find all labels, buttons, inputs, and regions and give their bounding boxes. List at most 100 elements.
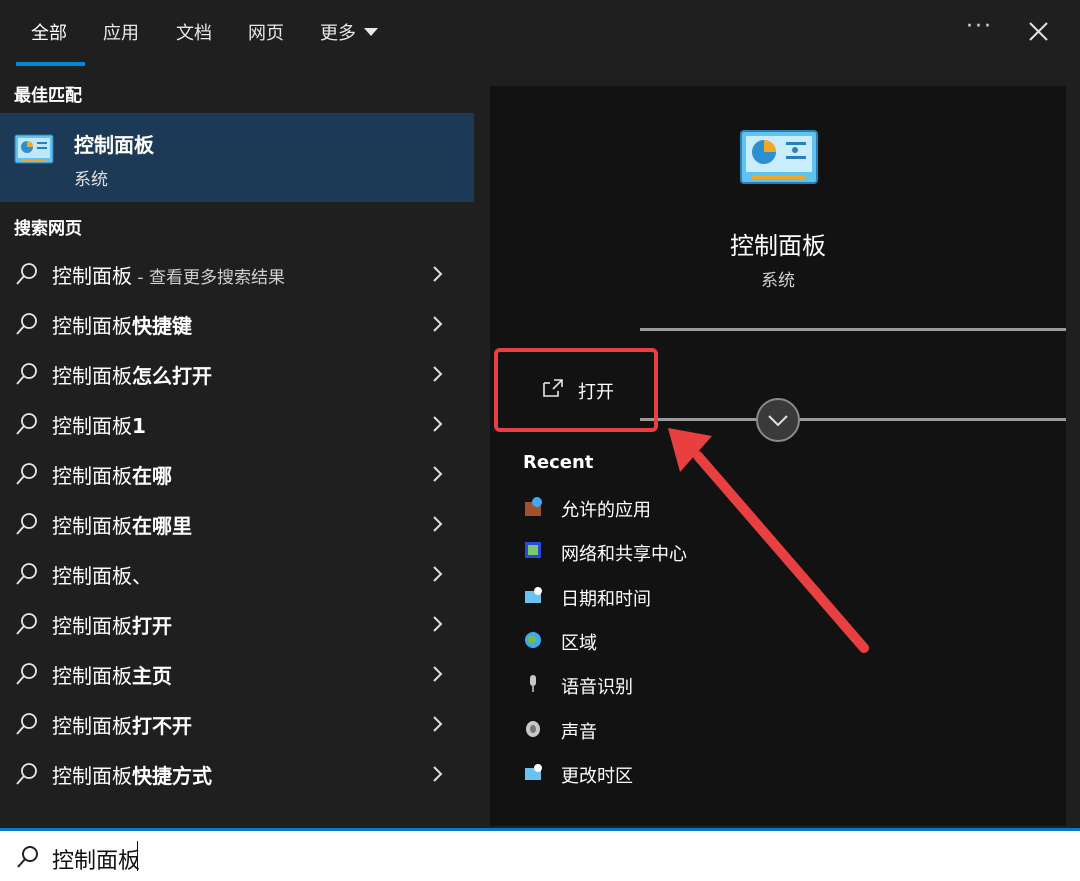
web-result-row[interactable]: 控制面板在哪 xyxy=(0,450,474,498)
region-globe-icon xyxy=(525,631,541,648)
tab-documents[interactable]: 文档 xyxy=(176,19,212,45)
recent-item-label: 区域 xyxy=(561,632,597,654)
search-icon xyxy=(16,463,37,485)
open-button[interactable]: 打开 xyxy=(494,348,658,432)
open-label: 打开 xyxy=(578,382,614,403)
speaker-icon xyxy=(526,720,540,737)
best-match-type: 系统 xyxy=(74,170,108,190)
web-result-row[interactable]: 控制面板主页 xyxy=(0,650,474,698)
result-prefix: 控制面板 xyxy=(52,514,132,538)
search-input[interactable]: 控制面板 xyxy=(52,843,140,875)
chevron-right-icon xyxy=(433,316,443,332)
web-result-row[interactable]: 控制面板1 xyxy=(0,400,474,448)
web-result-text: 控制面板在哪 xyxy=(52,460,172,489)
result-prefix: 控制面板 xyxy=(52,364,132,388)
web-result-row[interactable]: 控制面板打不开 xyxy=(0,700,474,748)
result-suggestion: 怎么打开 xyxy=(132,364,212,388)
result-suggestion: 打开 xyxy=(132,614,172,638)
recent-heading: Recent xyxy=(523,452,594,473)
result-prefix: 控制面板 xyxy=(52,664,132,688)
recent-item-label: 日期和时间 xyxy=(561,588,651,610)
chevron-right-icon xyxy=(433,766,443,782)
result-prefix: 控制面板 xyxy=(52,314,132,338)
search-icon xyxy=(16,263,37,285)
web-result-row[interactable]: 控制面板怎么打开 xyxy=(0,350,474,398)
tab-web[interactable]: 网页 xyxy=(248,19,284,45)
web-result-text: 控制面板主页 xyxy=(52,660,172,689)
web-result-row[interactable]: 控制面板 - 查看更多搜索结果 xyxy=(0,250,474,298)
recent-item-label: 语音识别 xyxy=(561,677,633,699)
web-result-text: 控制面板 - 查看更多搜索结果 xyxy=(52,260,285,289)
datetime-icon xyxy=(525,586,542,603)
search-icon xyxy=(16,313,37,335)
chevron-right-icon xyxy=(433,416,443,432)
web-result-text: 控制面板在哪里 xyxy=(52,510,192,539)
web-result-text: 控制面板打不开 xyxy=(52,710,192,739)
web-result-text: 控制面板打开 xyxy=(52,610,172,639)
result-prefix: 控制面板 xyxy=(52,614,132,638)
chevron-right-icon xyxy=(433,366,443,382)
best-match-item[interactable]: 控制面板 系统 xyxy=(0,113,474,202)
search-icon xyxy=(16,563,37,585)
best-match-heading: 最佳匹配 xyxy=(14,86,82,106)
open-external-icon xyxy=(543,379,563,397)
annotation-arrow xyxy=(668,428,869,653)
recent-item-label: 更改时区 xyxy=(561,765,633,787)
search-icon xyxy=(16,513,37,535)
search-icon xyxy=(16,413,37,435)
divider-top xyxy=(640,328,1066,331)
detail-app-type: 系统 xyxy=(761,271,795,291)
control-panel-large-icon xyxy=(740,130,818,184)
chevron-right-icon xyxy=(433,616,443,632)
search-icon xyxy=(17,846,38,868)
timezone-icon xyxy=(525,763,542,780)
annotation-highlight-box xyxy=(494,348,658,432)
web-result-row[interactable]: 控制面板打开 xyxy=(0,600,474,648)
result-suggestion: 主页 xyxy=(132,664,172,688)
result-prefix: 控制面板 xyxy=(52,414,132,438)
web-result-row[interactable]: 控制面板快捷键 xyxy=(0,300,474,348)
recent-item[interactable]: 更改时区 xyxy=(523,760,823,796)
result-hint: - 查看更多搜索结果 xyxy=(132,268,285,288)
more-options-icon[interactable]: ··· xyxy=(966,14,993,39)
result-suggestion: 打不开 xyxy=(132,714,192,738)
result-suggestion: 快捷键 xyxy=(132,314,192,338)
close-button[interactable] xyxy=(1024,14,1054,48)
search-icon xyxy=(16,713,37,735)
tab-more-label: 更多 xyxy=(320,23,356,44)
filter-tab-bar: 全部 应用 文档 网页 更多 ··· xyxy=(0,0,1080,66)
recent-item[interactable]: 声音 xyxy=(523,716,823,752)
text-cursor xyxy=(137,841,138,871)
result-suggestion: 1 xyxy=(132,414,146,438)
search-icon xyxy=(16,663,37,685)
tab-apps[interactable]: 应用 xyxy=(103,19,139,45)
caret-down-icon xyxy=(364,28,378,36)
result-prefix: 控制面板、 xyxy=(52,564,152,588)
firewall-icon xyxy=(525,497,542,516)
tab-more[interactable]: 更多 xyxy=(320,19,378,45)
web-result-row[interactable]: 控制面板、 xyxy=(0,550,474,598)
web-result-text: 控制面板、 xyxy=(52,560,152,589)
results-pane: 最佳匹配 控制面板 系统 搜索网页 控制面板 - 查看更多搜索结果 控制面板快捷键… xyxy=(0,66,474,828)
web-result-text: 控制面板快捷键 xyxy=(52,310,192,339)
result-prefix: 控制面板 xyxy=(52,464,132,488)
chevron-right-icon xyxy=(433,566,443,582)
search-icon xyxy=(16,363,37,385)
tab-all[interactable]: 全部 xyxy=(31,19,67,45)
chevron-right-icon xyxy=(433,716,443,732)
recent-item-label: 允许的应用 xyxy=(561,500,651,521)
web-result-row[interactable]: 控制面板在哪里 xyxy=(0,500,474,548)
web-result-row[interactable]: 控制面板快捷方式 xyxy=(0,750,474,798)
result-suggestion: 在哪里 xyxy=(132,514,192,538)
result-prefix: 控制面板 xyxy=(52,764,132,788)
search-icon xyxy=(16,763,37,785)
result-suggestion: 快捷方式 xyxy=(132,764,212,788)
web-result-text: 控制面板快捷方式 xyxy=(52,760,212,789)
web-result-text: 控制面板1 xyxy=(52,410,146,439)
chevron-right-icon xyxy=(433,666,443,682)
best-match-name: 控制面板 xyxy=(74,133,154,157)
web-search-heading: 搜索网页 xyxy=(14,219,82,239)
recent-item[interactable]: 语音识别 xyxy=(523,671,823,707)
chevron-right-icon xyxy=(433,466,443,482)
recent-item-label: 声音 xyxy=(561,721,597,743)
